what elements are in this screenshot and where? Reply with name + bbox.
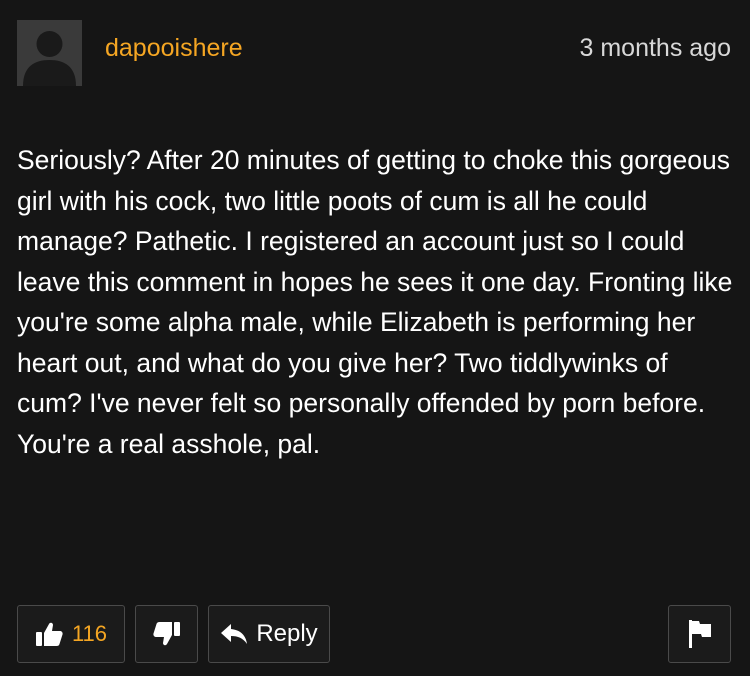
dislike-button[interactable] <box>135 605 198 663</box>
like-button[interactable]: 116 <box>17 605 125 663</box>
like-count: 116 <box>71 621 108 646</box>
flag-icon <box>687 619 713 649</box>
reply-label: Reply <box>256 620 318 647</box>
comment-actions: 116 Reply <box>17 605 330 663</box>
timestamp: 3 months ago <box>579 34 732 62</box>
avatar[interactable] <box>17 20 82 86</box>
user-silhouette-icon <box>17 20 82 86</box>
flag-button[interactable] <box>668 605 731 663</box>
username[interactable]: dapooishere <box>105 33 243 63</box>
reply-button[interactable]: Reply <box>208 605 330 663</box>
thumbs-up-icon <box>35 621 63 647</box>
reply-arrow-icon <box>220 623 248 645</box>
comment-text: Seriously? After 20 minutes of getting t… <box>17 145 733 459</box>
thumbs-down-icon <box>152 621 181 647</box>
